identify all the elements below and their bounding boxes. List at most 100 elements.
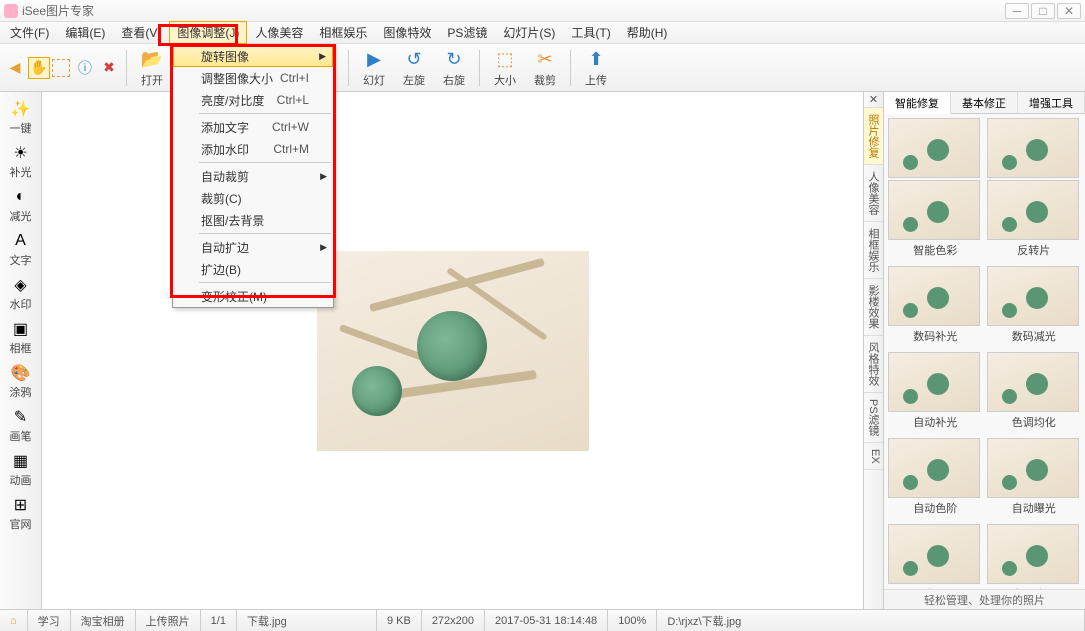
toolbar-大小[interactable]: ⬚大小 <box>486 44 524 91</box>
app-title: iSee图片专家 <box>22 2 1005 19</box>
effect-thumb[interactable] <box>987 118 1079 178</box>
toolbar-裁剪[interactable]: ✂裁剪 <box>526 44 564 91</box>
minimize-button[interactable]: ─ <box>1005 3 1029 19</box>
menu-6[interactable]: 图像特效 <box>375 21 439 44</box>
leftbar-label: 减光 <box>10 208 32 224</box>
menu-item[interactable]: 自动裁剪▶ <box>173 165 333 187</box>
menu-item[interactable]: 添加文字Ctrl+W <box>173 116 333 138</box>
tool-info[interactable]: ⓘ <box>74 57 96 79</box>
leftbar-label: 一键 <box>10 120 32 136</box>
leftbar-label: 动画 <box>10 472 32 488</box>
vtab-4[interactable]: 风格特效 <box>864 336 883 393</box>
menu-3[interactable]: 图像调整(J) <box>169 21 247 44</box>
image-preview[interactable] <box>317 251 589 451</box>
leftbar-icon: ◈ <box>10 274 32 296</box>
menu-item[interactable]: 添加水印Ctrl+M <box>173 138 333 160</box>
tool-nav-prev[interactable]: ◀ <box>4 57 26 79</box>
leftbar-减光[interactable]: ◐减光 <box>3 184 39 226</box>
main-area: ✨一键☀补光◐减光A文字◈水印▣相框🎨涂鸦✎画笔▦动画⊞官网 ✕ 照片修复人像美… <box>0 92 1085 609</box>
status-0[interactable]: 学习 <box>28 610 71 631</box>
menu-item[interactable]: 裁剪(C) <box>173 187 333 209</box>
leftbar-label: 文字 <box>10 252 32 268</box>
status-9: D:\rjxz\下载.jpg <box>657 610 1085 631</box>
tool-delete[interactable]: ✖ <box>98 57 120 79</box>
status-7: 2017-05-31 18:14:48 <box>485 610 608 631</box>
leftbar-动画[interactable]: ▦动画 <box>3 448 39 490</box>
tool-select[interactable] <box>52 59 70 77</box>
effect-thumb[interactable] <box>987 524 1079 584</box>
status-2[interactable]: 上传照片 <box>136 610 201 631</box>
toolbar-打开[interactable]: 📂打开 <box>133 44 171 91</box>
menu-5[interactable]: 相框娱乐 <box>311 21 375 44</box>
status-3: 1/1 <box>201 610 237 631</box>
effect-thumb[interactable] <box>987 352 1079 412</box>
effect-thumb[interactable] <box>987 180 1079 240</box>
effect-label: 自动补光 <box>888 412 983 436</box>
effect-thumb[interactable] <box>888 266 980 326</box>
menu-item[interactable]: 亮度/对比度Ctrl+L <box>173 89 333 111</box>
leftbar-label: 补光 <box>10 164 32 180</box>
toolbar-label: 裁剪 <box>534 72 556 88</box>
vtab-2[interactable]: 相框娱乐 <box>864 222 883 279</box>
canvas-area[interactable] <box>42 92 863 609</box>
toolbar: ◀ ✋ ⓘ ✖ 📂打开💾保↶撤消↷重做⟲原图▶幻灯↺左旋↻右旋⬚大小✂裁剪⬆上传 <box>0 44 1085 92</box>
toolbar-右旋[interactable]: ↻右旋 <box>435 44 473 91</box>
status-4: 下载.jpg <box>237 610 377 631</box>
rptab-2[interactable]: 增强工具 <box>1018 92 1085 113</box>
vtab-1[interactable]: 人像美容 <box>864 165 883 222</box>
effect-thumb[interactable] <box>888 352 980 412</box>
leftbar-label: 涂鸦 <box>10 384 32 400</box>
menu-item[interactable]: 调整图像大小Ctrl+I <box>173 67 333 89</box>
panel-footer: 轻松管理、处理你的照片 <box>884 589 1085 609</box>
toolbar-label: 上传 <box>585 72 607 88</box>
close-button[interactable]: ✕ <box>1057 3 1081 19</box>
status-home-icon[interactable]: ⌂ <box>0 610 28 631</box>
leftbar-文字[interactable]: A文字 <box>3 228 39 270</box>
toolbar-上传[interactable]: ⬆上传 <box>577 44 615 91</box>
toolbar-icon: ⬚ <box>493 47 517 71</box>
rptab-1[interactable]: 基本修正 <box>951 92 1018 113</box>
vtab-3[interactable]: 影楼效果 <box>864 279 883 336</box>
vtab-0[interactable]: 照片修复 <box>864 108 883 165</box>
menu-7[interactable]: PS滤镜 <box>439 21 495 44</box>
tool-hand[interactable]: ✋ <box>28 57 50 79</box>
menu-item[interactable]: 旋转图像▶ <box>173 45 333 67</box>
menu-item[interactable]: 抠图/去背景 <box>173 209 333 231</box>
effect-thumb[interactable] <box>987 438 1079 498</box>
leftbar-水印[interactable]: ◈水印 <box>3 272 39 314</box>
maximize-button[interactable]: □ <box>1031 3 1055 19</box>
menu-item[interactable]: 自动扩边▶ <box>173 236 333 258</box>
leftbar-相框[interactable]: ▣相框 <box>3 316 39 358</box>
menu-0[interactable]: 文件(F) <box>2 21 57 44</box>
vtab-5[interactable]: PS滤镜 <box>864 393 883 443</box>
leftbar-icon: ✨ <box>10 98 32 120</box>
title-bar: iSee图片专家 ─ □ ✕ <box>0 0 1085 22</box>
leftbar-画笔[interactable]: ✎画笔 <box>3 404 39 446</box>
menu-item[interactable]: 扩边(B) <box>173 258 333 280</box>
menu-4[interactable]: 人像美容 <box>247 21 311 44</box>
rptab-0[interactable]: 智能修复 <box>884 92 951 114</box>
leftbar-一键[interactable]: ✨一键 <box>3 96 39 138</box>
effect-label: 数码减光 <box>987 326 1082 350</box>
leftbar-补光[interactable]: ☀补光 <box>3 140 39 182</box>
effect-thumb[interactable] <box>888 180 980 240</box>
vtab-6[interactable]: EX <box>864 443 883 471</box>
menu-item[interactable]: 变形校正(M) <box>173 285 333 307</box>
effect-thumb[interactable] <box>888 118 980 178</box>
effect-thumb[interactable] <box>888 438 980 498</box>
menu-9[interactable]: 工具(T) <box>563 21 618 44</box>
menu-8[interactable]: 幻灯片(S) <box>495 21 563 44</box>
effect-thumb[interactable] <box>987 266 1079 326</box>
toolbar-左旋[interactable]: ↺左旋 <box>395 44 433 91</box>
menu-10[interactable]: 帮助(H) <box>619 21 676 44</box>
status-1[interactable]: 淘宝相册 <box>71 610 136 631</box>
effect-thumb[interactable] <box>888 524 980 584</box>
leftbar-涂鸦[interactable]: 🎨涂鸦 <box>3 360 39 402</box>
leftbar-官网[interactable]: ⊞官网 <box>3 492 39 534</box>
leftbar-icon: ☀ <box>10 142 32 164</box>
menu-1[interactable]: 编辑(E) <box>57 21 113 44</box>
panel-close-icon[interactable]: ✕ <box>864 92 883 108</box>
panel-tabs: 智能修复基本修正增强工具 <box>884 92 1085 114</box>
toolbar-幻灯[interactable]: ▶幻灯 <box>355 44 393 91</box>
menu-2[interactable]: 查看(V) <box>113 21 169 44</box>
